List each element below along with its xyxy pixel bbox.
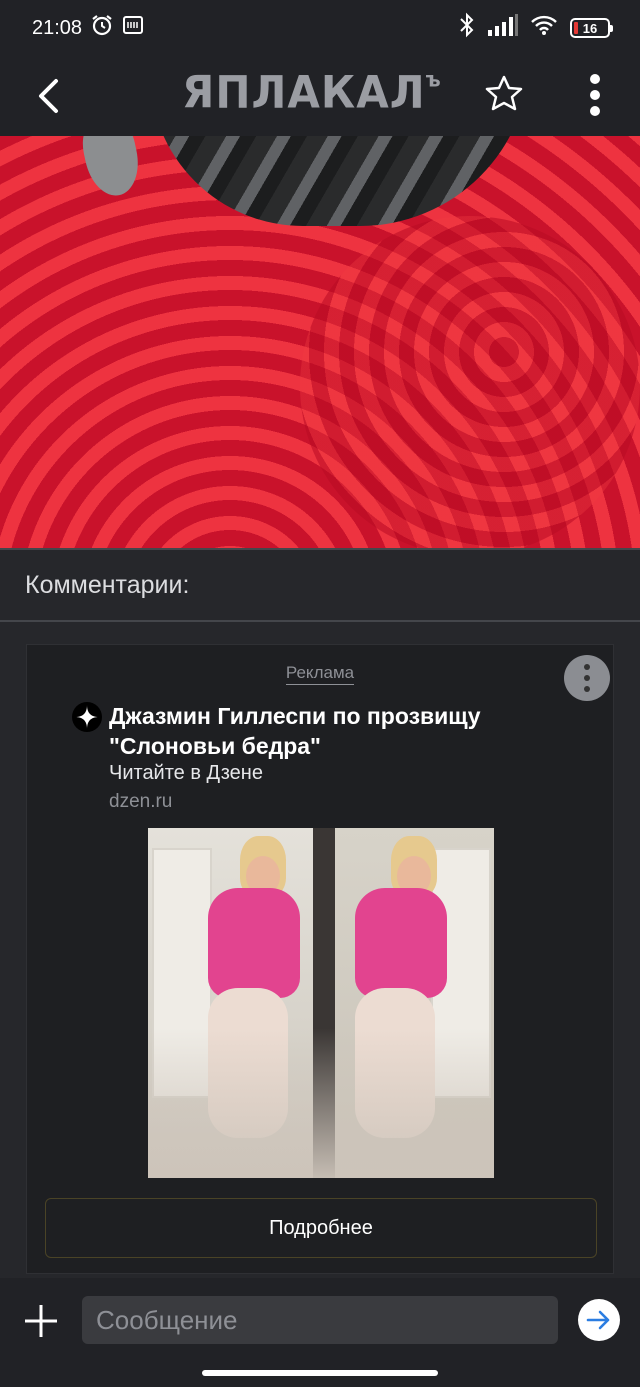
wifi-icon: [530, 14, 558, 42]
logo-text: ЯПЛАКАЛ: [182, 66, 426, 119]
battery-icon: 16: [570, 18, 613, 38]
alarm-icon: [90, 13, 114, 43]
status-bar: 21:08 16: [0, 0, 640, 56]
app-bar: ЯПЛАКАЛъ: [0, 56, 640, 136]
system-nav-bar: [0, 1364, 640, 1387]
post-image: [0, 136, 640, 548]
dzen-logo-icon: [72, 702, 102, 732]
plus-icon[interactable]: [22, 1302, 60, 1340]
status-right: 16: [458, 12, 613, 44]
ad-domain: dzen.ru: [109, 791, 173, 812]
back-button[interactable]: [28, 74, 68, 118]
screen-record-icon: [122, 14, 144, 42]
bluetooth-icon: [458, 12, 476, 44]
message-input[interactable]: [82, 1296, 558, 1344]
more-vertical-icon[interactable]: [575, 70, 615, 120]
favorite-button[interactable]: [482, 72, 526, 116]
ad-image[interactable]: [148, 828, 494, 1178]
ad-title[interactable]: Джазмин Гиллеспи по прозвищу "Слоновьи б…: [109, 701, 549, 761]
send-button[interactable]: [578, 1299, 620, 1341]
star-icon: [485, 75, 523, 111]
signal-icon: [488, 14, 518, 42]
ad-card[interactable]: Реклама Джазмин Гиллеспи по прозвищу "Сл…: [26, 644, 614, 1274]
back-arrow-icon: [39, 79, 58, 113]
app-logo[interactable]: ЯПЛАКАЛъ: [182, 67, 442, 118]
ad-more-button[interactable]: Подробнее: [45, 1198, 597, 1258]
status-time: 21:08: [32, 16, 83, 39]
send-arrow-icon: [586, 1310, 610, 1330]
status-left: 21:08: [32, 13, 144, 43]
ad-menu-button[interactable]: [564, 655, 610, 701]
logo-suffix: ъ: [425, 66, 442, 92]
ad-subtitle: Читайте в Дзене: [109, 762, 263, 784]
comments-title: Комментарии:: [25, 570, 190, 599]
home-indicator[interactable]: [202, 1370, 438, 1376]
message-composer: [0, 1278, 640, 1364]
comments-header: Комментарии:: [0, 548, 640, 622]
battery-level: 16: [582, 20, 598, 36]
ad-label: Реклама: [27, 663, 613, 685]
